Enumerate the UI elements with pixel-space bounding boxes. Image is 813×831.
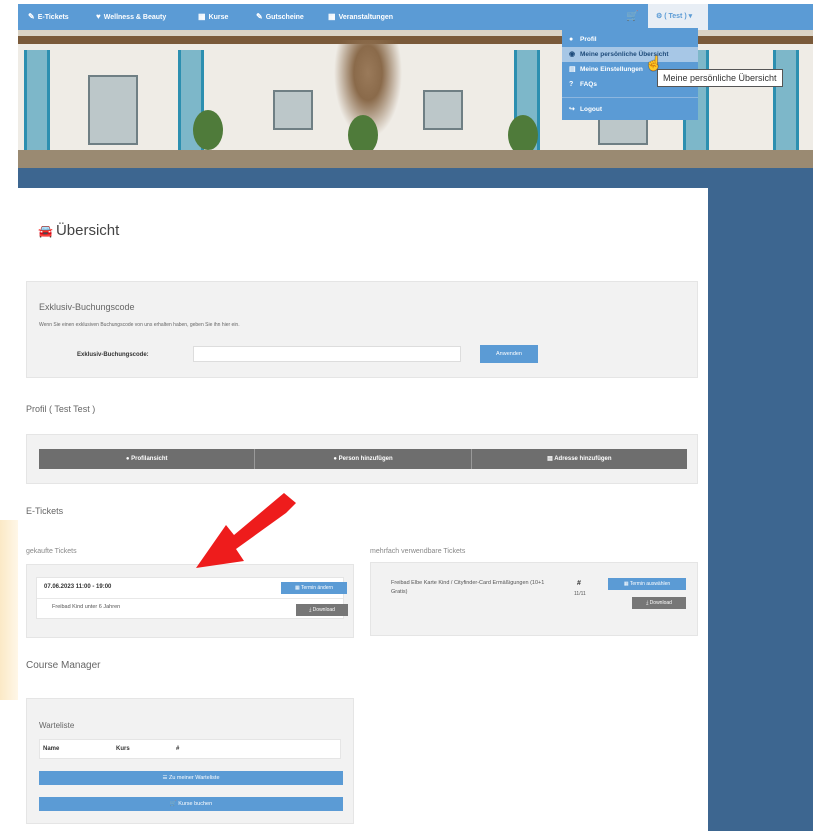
dropdown-divider: [562, 97, 698, 98]
nav-item-kurse[interactable]: ▦ Kurse: [198, 4, 228, 30]
card-icon: ▤: [569, 66, 576, 73]
ticket-date: 07.06.2023 11:00 - 19:00: [44, 584, 112, 590]
exclusive-code-description: Wenn Sie einen exklusiven Buchungscode v…: [39, 322, 240, 328]
exclusive-code-input[interactable]: [193, 346, 461, 362]
tooltip: Meine persönliche Übersicht: [657, 69, 783, 87]
ticket-card: 07.06.2023 11:00 - 19:00 ▦ Termin ändern…: [36, 577, 348, 619]
cart-icon: 🛒: [169, 801, 177, 807]
question-icon: ?: [569, 81, 574, 88]
nav-item-etickets[interactable]: ✎ E-Tickets: [28, 4, 69, 30]
profile-panel: ● Profilansicht ● Person hinzufügen ▤ Ad…: [26, 434, 698, 484]
nav-item-gutscheine[interactable]: ✎ Gutscheine: [256, 4, 304, 30]
ticket-divider: [37, 598, 343, 599]
top-navbar: ✎ E-Tickets ♥ Wellness & Beauty ▦ Kurse ✎ Gu…: [18, 4, 813, 30]
users-icon: ⚙: [656, 13, 663, 20]
course-manager-heading: Course Manager: [26, 660, 101, 671]
exclusive-code-label: Exklusiv-Buchungscode:: [77, 352, 149, 358]
calendar-icon: ▦: [623, 581, 629, 587]
add-address-button[interactable]: ▤ Adresse hinzufügen: [471, 449, 687, 469]
cart-icon: 🛒: [626, 11, 639, 22]
mouse-cursor-icon: ☝: [645, 55, 663, 71]
booked-tickets-heading: gekaufte Tickets: [26, 548, 77, 555]
ticket-name: Freibad Kind unter 6 Jahren: [52, 604, 121, 610]
select-date-button[interactable]: ▦ Termin auswählen: [608, 578, 686, 590]
calendar-icon: ▦: [294, 585, 300, 591]
change-date-button[interactable]: ▦ Termin ändern: [281, 582, 347, 594]
dropdown-item-logout[interactable]: ↪ Logout: [562, 102, 698, 117]
gift-icon: ✎: [256, 12, 263, 21]
chevron-down-icon: ▾: [688, 13, 693, 20]
page-title: 🚘 Übersicht: [38, 222, 120, 239]
multi-tickets-heading: mehrfach verwendbare Tickets: [370, 548, 466, 555]
dropdown-item-profil[interactable]: ● Profil: [562, 32, 698, 47]
waitlist-column-count: #: [176, 746, 180, 752]
waitlist-column-kurs: Kurs: [116, 746, 130, 752]
person-plus-icon: ●: [333, 456, 337, 462]
multi-tickets-panel: Freibad Elbe Karte Kind / Cityfinder-Car…: [370, 562, 698, 636]
heart-icon: ♥: [96, 12, 101, 21]
ticket-download-button[interactable]: ⤓ Download: [296, 604, 348, 616]
profile-heading: Profil ( Test Test ): [26, 404, 96, 414]
logout-icon: ↪: [569, 106, 575, 113]
multi-ticket-download-button[interactable]: ⤓ Download: [632, 597, 686, 609]
dashboard-icon: 🚘: [38, 224, 53, 238]
cart-button[interactable]: 🛒: [626, 4, 638, 30]
apply-code-button[interactable]: Anwenden: [480, 345, 538, 363]
profile-view-button[interactable]: ● Profilansicht: [39, 449, 256, 469]
ticket-icon: ✎: [28, 12, 35, 21]
main-content: 🚘 Übersicht Exklusiv-Buchungscode Wenn Si…: [18, 188, 708, 831]
exclusive-code-title: Exklusiv-Buchungscode: [39, 302, 135, 312]
multi-ticket-name: Freibad Elbe Karte Kind / Cityfinder-Car…: [391, 580, 545, 595]
dashboard-icon: ◉: [569, 51, 576, 58]
nav-item-veranstaltungen[interactable]: ▦ Veranstaltungen: [328, 4, 393, 30]
background-glow: [0, 520, 18, 700]
calendar-icon: ▦: [198, 12, 206, 21]
download-icon: ⤓: [646, 600, 649, 606]
exclusive-code-panel: Exklusiv-Buchungscode Wenn Sie einen exk…: [26, 281, 698, 378]
user-icon: ●: [569, 36, 574, 43]
profile-button-group: ● Profilansicht ● Person hinzufügen ▤ Ad…: [39, 449, 687, 469]
user-icon: ●: [125, 456, 130, 462]
dropdown-item-uebersicht[interactable]: ◉ Meine persönliche Übersicht: [562, 47, 698, 62]
multi-ticket-count: 11/11: [574, 591, 586, 597]
building-icon: ▦: [328, 12, 336, 21]
red-arrow-annotation: [196, 493, 296, 568]
waitlist-column-name: Name: [43, 746, 60, 752]
add-person-button[interactable]: ● Person hinzufügen: [255, 449, 472, 469]
course-manager-panel: Warteliste Name Kurs # ☰ Zu meiner Warte…: [26, 698, 354, 824]
book-courses-button[interactable]: 🛒 Kurse buchen: [39, 797, 343, 811]
nav-item-wellness[interactable]: ♥ Wellness & Beauty: [96, 4, 166, 30]
right-sidebar: [708, 188, 813, 831]
header-strip: [18, 168, 813, 188]
waitlist-table: Name Kurs #: [39, 739, 341, 759]
list-icon: ☰: [162, 775, 168, 781]
etickets-heading: E-Tickets: [26, 506, 64, 516]
booked-tickets-panel: 07.06.2023 11:00 - 19:00 ▦ Termin ändern…: [26, 564, 354, 638]
to-waitlist-button[interactable]: ☰ Zu meiner Warteliste: [39, 771, 343, 785]
download-icon: ⤓: [309, 607, 312, 613]
user-menu-button[interactable]: ⚙ ( Test ) ▾: [648, 4, 708, 30]
address-icon: ▤: [547, 456, 553, 462]
hash-icon: #: [577, 580, 581, 587]
waitlist-title: Warteliste: [39, 721, 75, 730]
